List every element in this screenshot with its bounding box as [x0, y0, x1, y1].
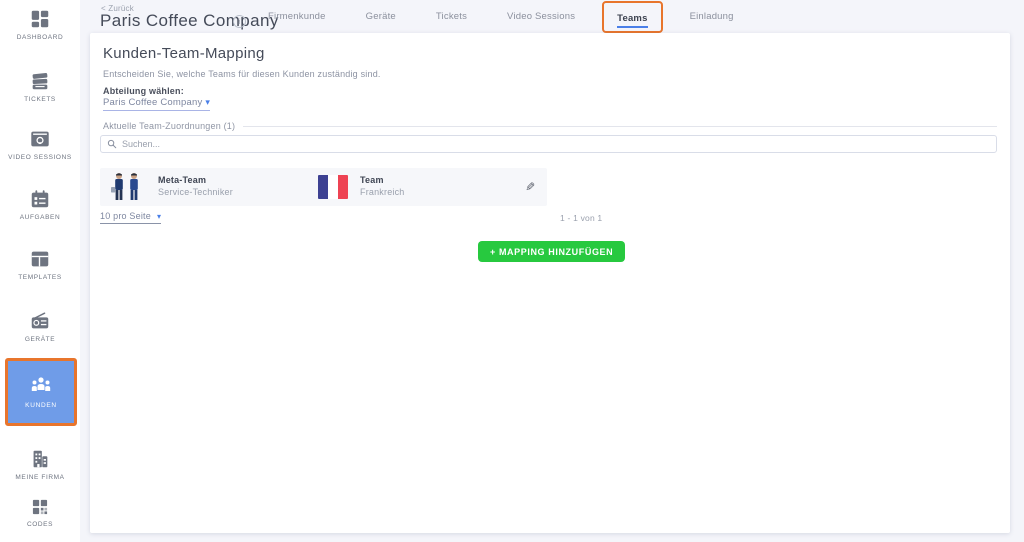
sidebar-item-dashboard[interactable]: DASHBOARD [0, 8, 80, 42]
chevron-down-icon: ▾ [205, 97, 210, 107]
divider [243, 126, 997, 127]
meine-firma-icon [29, 448, 51, 470]
sidebar-item-label: TEMPLATES [18, 274, 62, 282]
tab-video-sessions[interactable]: Video Sessions [507, 11, 575, 22]
templates-icon [29, 248, 51, 270]
assignments-label: Aktuelle Team-Zuordnungen (1) [103, 121, 235, 131]
tab-geraete[interactable]: Geräte [366, 11, 396, 22]
chevron-down-icon: ▾ [157, 212, 161, 221]
tab-teams[interactable]: Teams [617, 13, 647, 28]
sidebar-item-video-sessions[interactable]: VIDEO SESSIONS [0, 128, 80, 162]
sidebar-item-geraete[interactable]: GERÄTE [0, 310, 80, 344]
pagination-range: 1 - 1 von 1 [560, 213, 602, 223]
sidebar-item-templates[interactable]: TEMPLATES [0, 248, 80, 282]
sidebar-item-meine-firma[interactable]: MEINE FIRMA [0, 448, 80, 482]
mapping-row[interactable]: Meta-Team Service-Techniker Team Frankre… [100, 168, 547, 206]
sidebar-item-label: CODES [27, 521, 53, 529]
department-selected-value: Paris Coffee Company [103, 97, 202, 108]
team-cell: Team Frankreich [360, 175, 405, 197]
search-box [100, 135, 997, 153]
content-card: Kunden-Team-Mapping Entscheiden Sie, wel… [90, 33, 1010, 533]
sidebar-item-kunden[interactable]: KUNDEN [5, 358, 77, 426]
codes-icon [30, 497, 50, 517]
sidebar: DASHBOARD TICKETS VIDEO SESSIONS [0, 0, 80, 542]
tab-einladung[interactable]: Einladung [690, 11, 734, 22]
add-mapping-button[interactable]: + MAPPING HINZUFÜGEN [478, 241, 625, 262]
search-input[interactable] [122, 139, 990, 149]
technicians-photo [110, 172, 144, 202]
info-icon[interactable]: i [233, 15, 246, 28]
edit-mapping-button[interactable]: ✎ [520, 177, 540, 197]
section-description: Entscheiden Sie, welche Teams für diesen… [103, 69, 381, 79]
meta-team-label: Meta-Team [158, 175, 233, 185]
per-page-value: 10 pro Seite [100, 211, 151, 221]
meta-team-cell: Meta-Team Service-Techniker [158, 175, 233, 197]
sidebar-item-label: GERÄTE [25, 336, 55, 344]
search-icon [107, 139, 117, 149]
sidebar-item-label: DASHBOARD [17, 34, 64, 42]
team-value: Frankreich [360, 187, 405, 197]
meta-team-value: Service-Techniker [158, 187, 233, 197]
department-select[interactable]: Paris Coffee Company▾ [103, 97, 210, 111]
sidebar-item-aufgaben[interactable]: AUFGABEN [0, 188, 80, 222]
per-page-select[interactable]: 10 pro Seite ▾ [100, 211, 161, 224]
geraete-icon [29, 310, 51, 332]
sidebar-item-codes[interactable]: CODES [0, 497, 80, 529]
dashboard-icon [29, 8, 51, 30]
page-title: Paris Coffee Company [100, 11, 279, 31]
tab-firmenkunde[interactable]: Firmenkunde [268, 11, 326, 22]
pencil-icon: ✎ [525, 180, 535, 194]
sidebar-item-label: AUFGABEN [20, 214, 61, 222]
sidebar-item-label: TICKETS [24, 96, 56, 104]
tickets-icon [29, 70, 51, 92]
tab-bar: Firmenkunde Geräte Tickets Video Session… [268, 0, 734, 33]
sidebar-item-tickets[interactable]: TICKETS [0, 70, 80, 104]
aufgaben-icon [29, 188, 51, 210]
tab-tickets[interactable]: Tickets [436, 11, 467, 22]
section-heading: Kunden-Team-Mapping [103, 45, 265, 62]
kunden-icon [29, 375, 53, 397]
annotation-box-teams-tab: Teams [602, 1, 662, 33]
assignments-header: Aktuelle Team-Zuordnungen (1) [103, 121, 997, 131]
sidebar-item-label: KUNDEN [25, 402, 57, 409]
sidebar-item-label: MEINE FIRMA [15, 474, 64, 482]
france-flag-icon [318, 175, 348, 199]
team-label: Team [360, 175, 405, 185]
video-sessions-icon [29, 128, 51, 150]
sidebar-item-label: VIDEO SESSIONS [8, 154, 72, 162]
app-window: DASHBOARD TICKETS VIDEO SESSIONS [0, 0, 1024, 542]
department-label: Abteilung wählen: [103, 86, 184, 96]
